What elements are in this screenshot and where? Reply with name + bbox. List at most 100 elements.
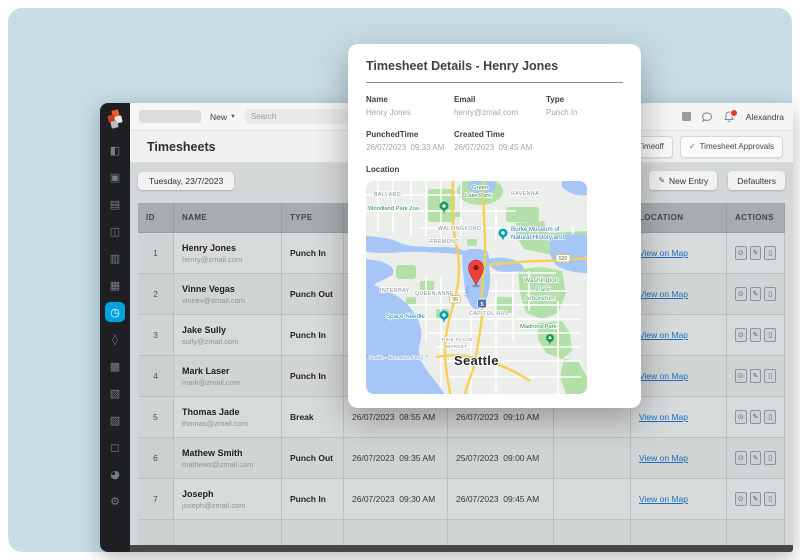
delete-row-button[interactable]: ▯ <box>764 451 776 465</box>
view-on-map-link[interactable]: View on Map <box>639 289 688 299</box>
defaulters-button[interactable]: Defaulters <box>728 171 785 190</box>
sidebar-item-recruitment[interactable]: ▣ <box>105 167 125 187</box>
employee-email: sully@zmail.com <box>182 337 238 346</box>
sidebar-item-team[interactable]: ◫ <box>105 221 125 241</box>
sidebar-item-company[interactable]: ▨ <box>105 410 125 430</box>
employee-email: henry@zmail.com <box>182 255 242 264</box>
cell-signature <box>554 438 631 479</box>
created-time: 26/07/2023 09:45 AM <box>456 494 539 504</box>
sidebar-item-documents[interactable]: ▧ <box>105 383 125 403</box>
timesheet-approvals-button[interactable]: ✓ Timesheet Approvals <box>680 136 783 158</box>
view-row-button[interactable]: ⊙ <box>735 369 747 383</box>
notifications-bell-icon[interactable] <box>723 111 735 123</box>
sidebar-item-reports[interactable]: ◕ <box>105 464 125 484</box>
edit-row-button[interactable]: ✎ <box>750 328 762 342</box>
sidebar-item-compensation[interactable]: ▦ <box>105 275 125 295</box>
field-created-label: Created Time <box>454 130 546 139</box>
employee-email: joseph@zmail.com <box>182 501 245 510</box>
cell-id: 2 <box>138 274 174 315</box>
map-label: BALLARD <box>374 192 401 198</box>
new-dropdown[interactable]: New ▼ <box>210 112 236 122</box>
sidebar-item-settings[interactable]: ⚙ <box>105 491 125 511</box>
map-label: Lake Park <box>465 193 491 199</box>
table-row <box>138 520 785 545</box>
created-time: 26/07/2023 09:10 AM <box>456 412 539 422</box>
map-label: Park <box>536 286 550 293</box>
field-name: Name Henry Jones <box>366 95 454 117</box>
view-row-button[interactable]: ⊙ <box>735 492 747 506</box>
map-label: FREMONT <box>430 239 459 245</box>
cell-actions: ⊙✎▯ <box>727 315 785 356</box>
edit-row-button[interactable]: ✎ <box>750 369 762 383</box>
punched-time: 26/07/2023 08:55 AM <box>352 412 435 422</box>
chat-icon[interactable] <box>702 111 714 123</box>
cell-name: Henry Jones henry@zmail.com <box>174 233 282 274</box>
app-logo[interactable] <box>106 110 124 128</box>
sidebar-item-apps[interactable]: ▩ <box>105 356 125 376</box>
view-on-map-link[interactable]: View on Map <box>639 330 688 340</box>
view-row-button[interactable]: ⊙ <box>735 328 747 342</box>
delete-row-button[interactable]: ▯ <box>764 369 776 383</box>
location-map[interactable]: BALLARDGreenLake ParkRAVENNAWoodland Par… <box>366 181 587 394</box>
cell-type: Punch In <box>282 315 344 356</box>
field-type: Type Punch In <box>546 95 623 117</box>
delete-row-button[interactable]: ▯ <box>764 410 776 424</box>
view-row-button[interactable]: ⊙ <box>735 287 747 301</box>
created-time: 25/07/2023 09:00 AM <box>456 453 539 463</box>
edit-row-button[interactable]: ✎ <box>750 492 762 506</box>
employee-name: Henry Jones <box>182 243 236 253</box>
sidebar-item-time-tracker[interactable]: ◷ <box>105 302 125 322</box>
map-label: RAVENNA <box>511 191 539 197</box>
delete-row-button[interactable]: ▯ <box>764 246 776 260</box>
sidebar-item-profile[interactable]: ◻ <box>105 437 125 457</box>
notification-badge <box>730 109 738 117</box>
cell-signature <box>554 520 631 545</box>
modal-fields: Name Henry Jones Email henry@zmail.com T… <box>366 95 623 152</box>
edit-row-button[interactable]: ✎ <box>750 246 762 260</box>
map-label: INTERBAY <box>380 288 410 294</box>
cell-id: 3 <box>138 315 174 356</box>
view-on-map-link[interactable]: View on Map <box>639 453 688 463</box>
view-on-map-link[interactable]: View on Map <box>639 371 688 381</box>
sidebar-item-tags[interactable]: ◊ <box>105 329 125 349</box>
view-row-button[interactable]: ⊙ <box>735 451 747 465</box>
field-email: Email henry@zmail.com <box>454 95 546 117</box>
view-on-map-link[interactable]: View on Map <box>639 412 688 422</box>
sidebar-item-directory[interactable]: ▥ <box>105 248 125 268</box>
delete-row-button[interactable]: ▯ <box>764 328 776 342</box>
cell-type: Punch Out <box>282 274 344 315</box>
user-name[interactable]: Alexandra <box>746 112 784 122</box>
date-filter-chip[interactable]: Tuesday, 23/7/2023 <box>138 172 234 190</box>
map-label: Arboretum <box>525 295 556 302</box>
field-email-label: Email <box>454 95 546 104</box>
map-label: PIKE PLACE <box>442 337 473 342</box>
view-on-map-link[interactable]: View on Map <box>639 494 688 504</box>
view-on-map-link[interactable]: View on Map <box>639 248 688 258</box>
view-row-button[interactable]: ⊙ <box>735 246 747 260</box>
seattle-map[interactable]: BALLARDGreenLake ParkRAVENNAWoodland Par… <box>366 181 587 394</box>
cell-name: Mark Lasermark@zmail.com <box>174 356 282 397</box>
new-entry-button[interactable]: ✎ New Entry <box>649 171 717 190</box>
delete-row-button[interactable]: ▯ <box>764 287 776 301</box>
sidebar: ◧ ▣ ▤ ◫ ▥ ▦ ◷ ◊ ▩ ▧ ▨ ◻ ◕ ⚙ <box>100 103 130 552</box>
column-header-actions: ACTIONS <box>727 203 785 233</box>
employee-name: Jake Sully <box>182 325 226 335</box>
employee-email: mark@zmail.com <box>182 378 240 387</box>
edit-row-button[interactable]: ✎ <box>750 451 762 465</box>
edit-row-button[interactable]: ✎ <box>750 287 762 301</box>
map-label: Woodland Park Zoo <box>368 206 419 212</box>
sidebar-item-dashboard[interactable]: ◧ <box>105 140 125 160</box>
cell-name <box>174 520 282 545</box>
delete-row-button[interactable]: ▯ <box>764 492 776 506</box>
map-label: Seattle <box>454 353 499 368</box>
field-created-value: 26/07/2023 09:45 AM <box>454 143 546 152</box>
employee-name: Mathew Smith <box>182 448 243 458</box>
view-row-button[interactable]: ⊙ <box>735 410 747 424</box>
employee-email: thomas@zmail.com <box>182 419 248 428</box>
field-email-value: henry@zmail.com <box>454 108 546 117</box>
sidebar-item-organization[interactable]: ▤ <box>105 194 125 214</box>
column-header-name: NAME <box>174 203 282 233</box>
edit-row-button[interactable]: ✎ <box>750 410 762 424</box>
apps-grid-icon[interactable] <box>681 111 693 123</box>
map-label: 5 <box>480 302 483 308</box>
